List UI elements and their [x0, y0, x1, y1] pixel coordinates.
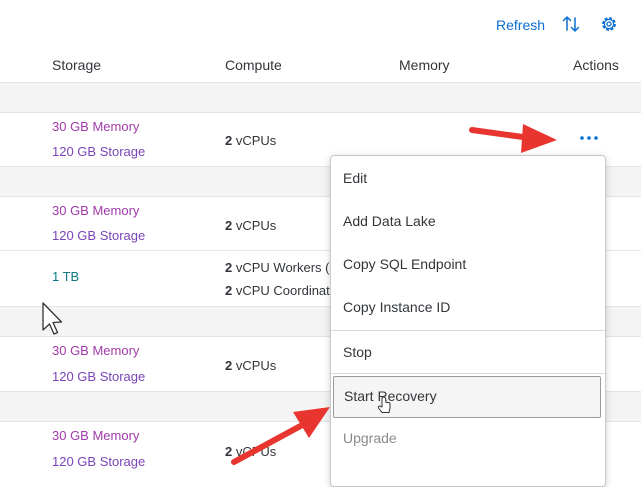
- compute-value: 2 vCPU Workers (: [225, 260, 330, 275]
- data-lake-size: 1 TB: [52, 269, 80, 284]
- actions-menu: Edit Add Data Lake Copy SQL Endpoint Cop…: [330, 155, 606, 487]
- memory-value: 30 GB Memory: [52, 428, 140, 443]
- column-header-compute[interactable]: Compute: [225, 57, 282, 73]
- menu-item-upgrade: Upgrade: [343, 430, 397, 446]
- column-header-memory[interactable]: Memory: [399, 57, 450, 73]
- compute-value: 2 vCPU Coordinat: [225, 283, 330, 298]
- more-actions-button[interactable]: [576, 128, 602, 148]
- storage-value: 120 GB Storage: [52, 369, 146, 384]
- table-header: Storage Compute Memory Actions: [0, 48, 641, 83]
- storage-value: 120 GB Storage: [52, 228, 146, 243]
- menu-item-copy-instance-id[interactable]: Copy Instance ID: [331, 286, 605, 328]
- menu-item-add-data-lake[interactable]: Add Data Lake: [331, 200, 605, 242]
- compute-value: 2 vCPUs: [225, 444, 277, 459]
- group-row: [0, 83, 641, 113]
- memory-value: 30 GB Memory: [52, 203, 140, 218]
- menu-item-stop[interactable]: Stop: [331, 331, 605, 373]
- menu-divider: [331, 373, 605, 374]
- column-header-storage[interactable]: Storage: [52, 57, 101, 73]
- menu-item-start-recovery[interactable]: Start Recovery: [333, 376, 601, 418]
- compute-value: 2 vCPUs: [225, 358, 277, 373]
- memory-value: 30 GB Memory: [52, 343, 140, 358]
- menu-item-copy-sql-endpoint[interactable]: Copy SQL Endpoint: [331, 243, 605, 285]
- refresh-button[interactable]: Refresh: [496, 17, 545, 33]
- memory-value: 30 GB Memory: [52, 119, 140, 134]
- toolbar: Refresh: [0, 0, 641, 49]
- menu-item-edit[interactable]: Edit: [331, 157, 605, 199]
- storage-value: 120 GB Storage: [52, 144, 146, 159]
- gear-icon[interactable]: [599, 14, 619, 34]
- sort-icon[interactable]: [561, 14, 581, 34]
- column-header-actions: Actions: [573, 57, 619, 73]
- compute-value: 2 vCPUs: [225, 218, 277, 233]
- storage-value: 120 GB Storage: [52, 454, 146, 469]
- compute-value: 2 vCPUs: [225, 133, 277, 148]
